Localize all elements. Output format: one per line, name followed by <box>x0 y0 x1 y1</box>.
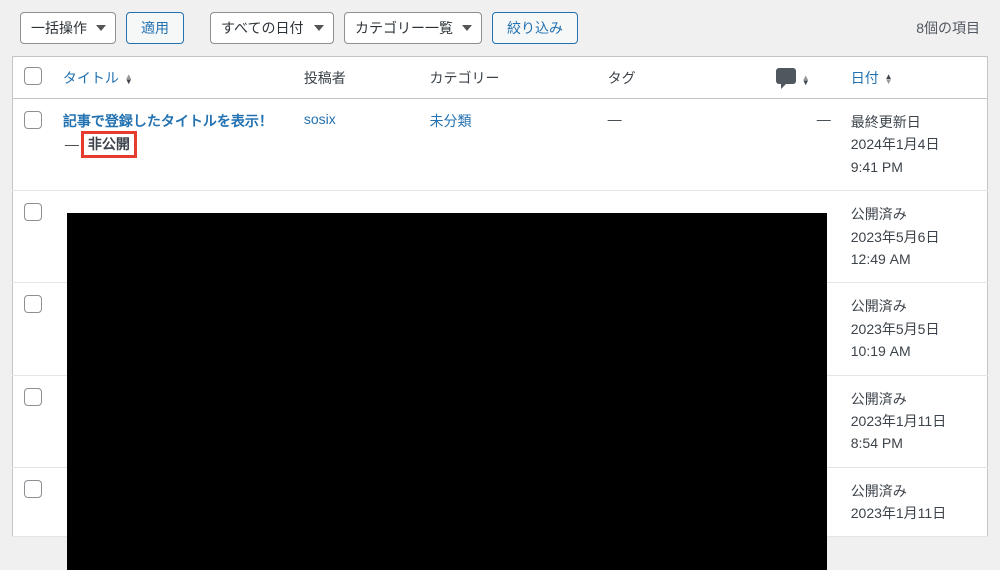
date-cell: 公開済み 2023年5月6日 12:49 AM <box>841 191 988 283</box>
filter-toolbar: 一括操作 適用 すべての日付 カテゴリー一覧 絞り込み 8個の項目 <box>0 0 1000 52</box>
row-checkbox[interactable] <box>24 111 42 129</box>
filter-button[interactable]: 絞り込み <box>492 12 578 44</box>
author-link[interactable]: sosix <box>304 111 336 127</box>
column-author: 投稿者 <box>294 57 420 99</box>
column-category: カテゴリー <box>420 57 598 99</box>
date-cell: 公開済み 2023年1月11日 <box>841 467 988 537</box>
status-highlight: 非公開 <box>81 131 137 158</box>
comment-icon <box>776 68 796 84</box>
date-cell: 最終更新日 2024年1月4日 9:41 PM <box>841 99 988 191</box>
select-all-checkbox[interactable] <box>24 67 42 85</box>
sort-icon: ▲▼ <box>802 75 810 85</box>
row-checkbox[interactable] <box>24 388 42 406</box>
bulk-action-select[interactable]: 一括操作 <box>20 12 116 44</box>
item-count: 8個の項目 <box>916 18 980 38</box>
redacted-overlay <box>67 213 827 570</box>
category-link[interactable]: 未分類 <box>430 113 472 129</box>
column-date[interactable]: 日付 ▲▼ <box>841 57 988 99</box>
sort-icon: ▲▼ <box>885 74 893 84</box>
date-cell: 公開済み 2023年1月11日 8:54 PM <box>841 375 988 467</box>
sort-icon: ▲▼ <box>125 74 133 84</box>
date-cell: 公開済み 2023年5月5日 10:19 AM <box>841 283 988 375</box>
status-label: 非公開 <box>88 136 130 152</box>
category-filter-select[interactable]: カテゴリー一覧 <box>344 12 482 44</box>
row-checkbox[interactable] <box>24 480 42 498</box>
select-all-cell <box>13 57 53 99</box>
comments-value: — <box>817 111 831 127</box>
row-checkbox[interactable] <box>24 295 42 313</box>
table-row: 記事で登録したタイトルを表示！ —非公開 sosix 未分類 — — 最終更新日… <box>13 99 988 191</box>
column-comments[interactable]: ▲▼ <box>776 57 841 99</box>
date-filter-select[interactable]: すべての日付 <box>210 12 334 44</box>
column-tag: タグ <box>598 57 776 99</box>
apply-button[interactable]: 適用 <box>126 12 184 44</box>
column-title[interactable]: タイトル ▲▼ <box>53 57 294 99</box>
tag-value: — <box>608 111 622 127</box>
post-title-link[interactable]: 記事で登録したタイトルを表示！ <box>63 113 273 129</box>
row-checkbox[interactable] <box>24 203 42 221</box>
